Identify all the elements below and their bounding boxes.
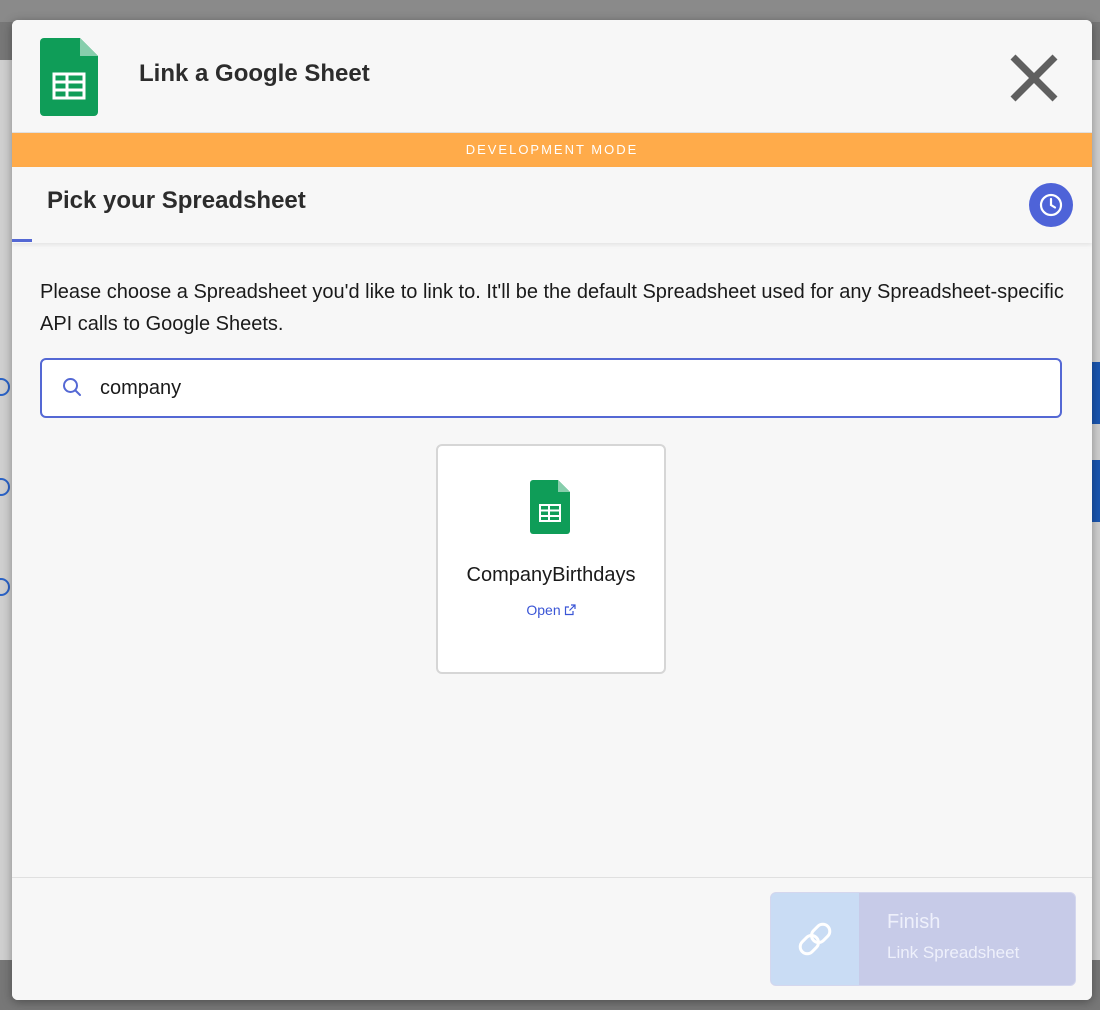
finish-icon-box — [771, 893, 859, 985]
close-icon — [1010, 54, 1058, 102]
finish-sublabel: Link Spreadsheet — [887, 943, 1020, 962]
step-title: Pick your Spreadsheet — [47, 187, 306, 214]
spreadsheet-result-card[interactable]: CompanyBirthdays Open — [436, 444, 666, 674]
background-radio-icon — [0, 378, 10, 396]
search-input[interactable] — [98, 368, 1042, 408]
external-link-icon — [564, 604, 576, 616]
open-spreadsheet-link[interactable]: Open — [438, 602, 664, 618]
instructions-text: Please choose a Spreadsheet you'd like t… — [40, 281, 1064, 335]
google-sheets-icon — [40, 38, 98, 121]
modal-header: Link a Google Sheet — [12, 20, 1092, 133]
open-link-label: Open — [526, 602, 561, 618]
development-mode-banner: DEVELOPMENT MODE — [12, 133, 1092, 167]
finish-button[interactable]: Finish Link Spreadsheet — [770, 892, 1076, 986]
step-progress-indicator — [12, 239, 32, 242]
spreadsheet-search — [40, 358, 1062, 418]
link-icon — [798, 922, 832, 956]
google-sheets-icon — [530, 480, 570, 539]
finish-label: Finish — [887, 911, 941, 933]
link-sheet-modal: Link a Google Sheet DEVELOPMENT MODE Pic… — [12, 20, 1092, 1000]
close-button[interactable] — [1008, 52, 1060, 104]
modal-footer: Finish Link Spreadsheet — [12, 877, 1092, 1000]
step-header: Pick your Spreadsheet — [12, 167, 1092, 243]
modal-title: Link a Google Sheet — [139, 60, 370, 87]
search-icon — [63, 378, 81, 396]
background-radio-icon — [0, 578, 10, 596]
clock-icon — [1039, 193, 1063, 217]
background-radio-icon — [0, 478, 10, 496]
background-top-strip — [0, 0, 1100, 22]
background-left-panel — [0, 60, 12, 960]
history-button[interactable] — [1029, 183, 1073, 227]
spreadsheet-name: CompanyBirthdays — [466, 564, 636, 586]
